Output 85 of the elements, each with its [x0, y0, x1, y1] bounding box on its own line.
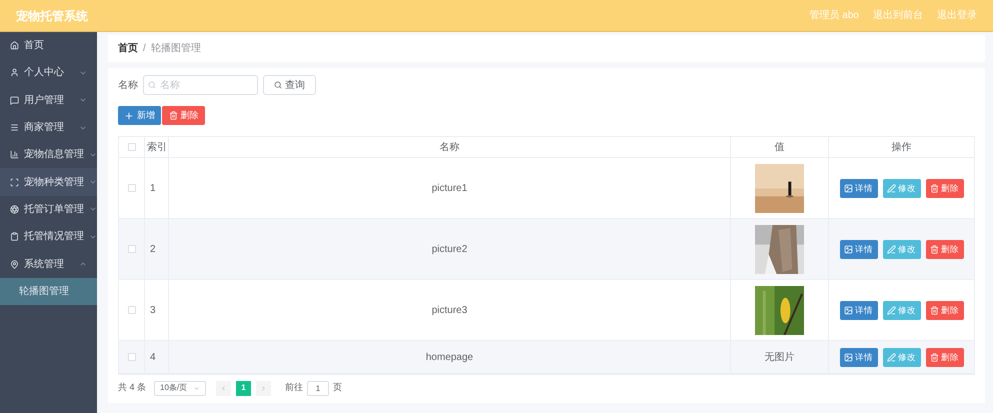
menu-icon [10, 123, 19, 132]
edit-button[interactable]: 修改 [882, 240, 920, 258]
edit-button[interactable]: 修改 [882, 178, 920, 198]
delete-button[interactable]: 删除 [926, 240, 964, 258]
detail-button[interactable]: 详情 [840, 178, 878, 198]
goto-suffix: 页 [333, 381, 342, 394]
checkbox[interactable] [128, 306, 136, 314]
column-header: 名称 [440, 140, 460, 154]
sidebar-item[interactable]: 用户管理 [0, 86, 97, 114]
search-label: 名称 [118, 78, 138, 92]
edit-button[interactable]: 修改 [882, 300, 920, 320]
home-icon [10, 41, 19, 50]
page-button[interactable]: 1 [236, 380, 252, 396]
delete-button[interactable]: 删除 [926, 178, 964, 198]
checkbox[interactable] [128, 245, 136, 253]
sidebar-item[interactable]: 首页 [0, 32, 97, 60]
goto-label: 前往 [285, 381, 304, 394]
sidebar-item[interactable]: 商家管理 [0, 114, 97, 142]
sidebar-subitem[interactable]: 轮播图管理 [0, 278, 97, 305]
plus-icon [124, 110, 134, 120]
image-icon [844, 184, 853, 192]
sidebar-item[interactable]: 宠物信息管理 [0, 141, 97, 168]
breadcrumb-separator: / [143, 42, 146, 56]
table-cell-text: 2 [150, 242, 156, 256]
message-icon [10, 96, 19, 105]
table-cell-text: 3 [150, 304, 156, 318]
image-icon [844, 352, 853, 362]
table-cell-text: picture1 [432, 182, 468, 196]
table-cell-text: 1 [150, 182, 156, 196]
breadcrumb-item[interactable]: 轮播图管理 [150, 41, 201, 56]
chevron-left-icon [220, 384, 228, 392]
image-icon [844, 306, 853, 314]
column-header: 值 [774, 140, 784, 154]
user-icon [10, 68, 19, 78]
sidebar-item[interactable]: 系统管理 [0, 250, 97, 278]
pen-icon [887, 352, 896, 362]
bar-chart-icon [10, 150, 19, 160]
clipboard-icon [10, 232, 19, 242]
chevron-right-icon [260, 384, 268, 392]
sidebar-item[interactable]: 个人中心 [0, 59, 97, 87]
scan-icon [10, 178, 19, 187]
map-pin-icon [10, 260, 19, 269]
column-header: 索引 [147, 140, 167, 154]
sidebar-item[interactable]: 宠物种类管理 [0, 168, 97, 196]
sidebar-item[interactable]: 托管订单管理 [0, 196, 97, 224]
checkbox[interactable] [128, 143, 136, 151]
page-size-select[interactable]: 10条/页 [154, 380, 206, 396]
total-count: 共 4 条 [118, 381, 146, 394]
table-cell-text: 无图片 [764, 350, 794, 364]
edit-button[interactable]: 修改 [882, 348, 920, 366]
aperture-icon [10, 204, 19, 214]
detail-button[interactable]: 详情 [840, 348, 878, 366]
checkbox[interactable] [128, 184, 136, 192]
query-button[interactable]: 查询 [263, 75, 316, 95]
table-cell-text: picture3 [432, 304, 468, 318]
search-field[interactable]: 名称 [143, 75, 258, 95]
trash-icon [930, 306, 939, 314]
pen-icon [887, 306, 896, 314]
detail-button[interactable]: 详情 [840, 240, 878, 258]
next-page-button[interactable] [256, 380, 272, 396]
pen-icon [887, 244, 896, 254]
column-header: 操作 [892, 140, 912, 154]
add-button[interactable]: 新增 [118, 106, 161, 125]
table-cell-text: 4 [150, 350, 156, 364]
trash-icon [930, 352, 939, 362]
table-cell-text: picture2 [432, 242, 468, 256]
delete-button[interactable]: 删除 [926, 348, 964, 366]
chevron-down-icon [193, 384, 200, 392]
detail-button[interactable]: 详情 [840, 300, 878, 320]
trash-icon [930, 244, 939, 254]
delete-button[interactable]: 删除 [162, 106, 205, 125]
sidebar-item[interactable]: 托管情况管理 [0, 223, 97, 250]
trash-icon [930, 184, 939, 192]
delete-button[interactable]: 删除 [926, 300, 964, 320]
app-title: 宠物托管系统 [16, 8, 88, 24]
breadcrumb-item[interactable]: 首页 [118, 41, 138, 56]
prev-page-button[interactable] [216, 380, 232, 396]
pen-icon [887, 184, 896, 192]
trash-icon [168, 111, 178, 120]
image-icon [844, 244, 853, 254]
search-icon [274, 81, 282, 89]
checkbox[interactable] [128, 353, 136, 361]
search-icon [148, 81, 156, 89]
goto-page-field[interactable]: 1 [307, 380, 330, 396]
table-cell-text: homepage [426, 350, 474, 364]
